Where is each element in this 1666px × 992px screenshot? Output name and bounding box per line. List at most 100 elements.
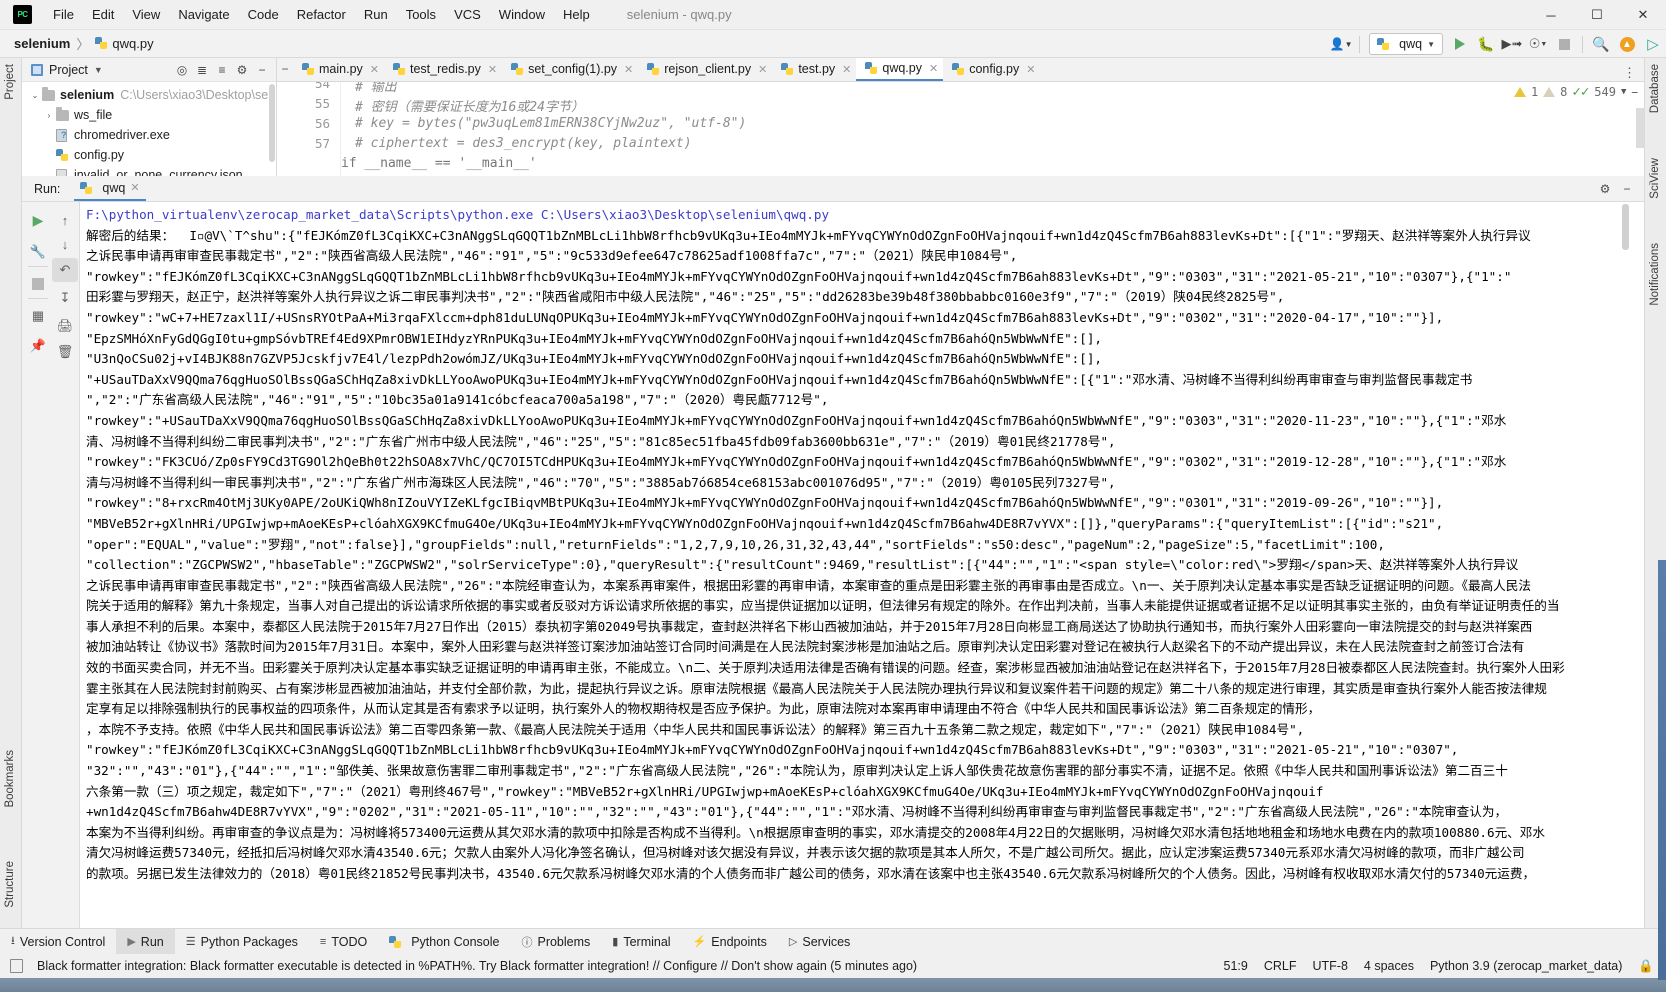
tool-window-sciview[interactable]: SciView [1649, 158, 1661, 199]
line-separator[interactable]: CRLF [1264, 959, 1297, 973]
tool-button-version-control[interactable]: ⭳ Version Control [0, 929, 116, 955]
file-encoding[interactable]: UTF-8 [1313, 959, 1348, 973]
tool-window-project[interactable]: Project [4, 64, 16, 100]
tree-row-config-py[interactable]: config.py [22, 145, 276, 165]
code-editor[interactable]: 54 55 56 57 # 输出 # 密钥（需要保证长度为16或24字节） # … [277, 82, 1644, 176]
menu-item-run[interactable]: Run [355, 4, 397, 25]
editor-tab-test[interactable]: test.py ✕ [772, 58, 857, 81]
tree-row-chromedriver[interactable]: chromedriver.exe [22, 125, 276, 145]
tool-button-endpoints[interactable]: ⚡ Endpoints [682, 929, 778, 955]
lock-icon[interactable]: 🔒 [1638, 959, 1654, 974]
menu-item-tools[interactable]: Tools [397, 4, 445, 25]
update-icon[interactable]: ▲ [1614, 32, 1640, 56]
tree-row-selenium[interactable]: ⌄ selenium C:\Users\xiao3\Desktop\se [22, 85, 276, 105]
editor-tab-qwq[interactable]: qwq.py ✕ [856, 58, 944, 81]
close-icon[interactable]: ✕ [370, 63, 379, 76]
close-icon[interactable]: ✕ [488, 63, 497, 76]
console-output[interactable]: F:\python_virtualenv\zerocap_market_data… [80, 202, 1630, 928]
scroll-end-icon[interactable]: ↧ [52, 286, 78, 310]
gear-icon[interactable]: ⚙ [1596, 180, 1614, 198]
notification-icon[interactable] [10, 959, 23, 973]
tool-button-problems[interactable]: ⓘ Problems [510, 929, 601, 955]
python-interpreter[interactable]: Python 3.9 (zerocap_market_data) [1430, 959, 1622, 973]
stop-icon[interactable] [1551, 32, 1577, 56]
editor-tab-main[interactable]: main.py ✕ [293, 58, 384, 81]
twisty-icon[interactable]: › [42, 111, 56, 120]
menu-item-refactor[interactable]: Refactor [288, 4, 355, 25]
minimize-icon[interactable]: − [1618, 180, 1636, 198]
close-icon[interactable]: ✕ [758, 63, 767, 76]
rerun-icon[interactable]: ▶ [25, 208, 51, 232]
tool-button-python-console[interactable]: Python Console [378, 929, 510, 955]
layout-icon[interactable]: ▦ [25, 304, 51, 328]
pin-icon[interactable]: 📌 [25, 334, 51, 358]
tool-button-run[interactable]: ▶ Run [116, 928, 175, 955]
menu-item-file[interactable]: File [44, 4, 83, 25]
menu-item-code[interactable]: Code [239, 4, 288, 25]
menu-item-help[interactable]: Help [554, 4, 599, 25]
profile-icon[interactable]: ☉ ▼ [1525, 32, 1551, 56]
tabs-overflow-icon[interactable]: ⋮ [1623, 65, 1644, 81]
status-message[interactable]: Black formatter integration: Black forma… [37, 959, 917, 973]
editor-tab-test-redis[interactable]: test_redis.py ✕ [384, 58, 503, 81]
breadcrumb-project[interactable]: selenium [14, 36, 70, 51]
editor-scrollbar[interactable] [1636, 108, 1644, 148]
run-tab-qwq[interactable]: qwq ✕ [74, 177, 146, 201]
menu-item-view[interactable]: View [123, 4, 169, 25]
soft-wrap-icon[interactable]: ↶ [52, 258, 78, 282]
target-icon[interactable]: ◎ [173, 61, 191, 79]
inspection-widget[interactable]: 1 8 ✓✓ 549 ▼ − [1513, 84, 1638, 100]
tool-window-structure[interactable]: Structure [4, 861, 16, 908]
breadcrumb-file[interactable]: qwq.py [95, 36, 154, 51]
twisty-icon[interactable]: ⌄ [28, 91, 42, 100]
ide-icon[interactable]: ▷ [1640, 32, 1666, 56]
tool-window-notifications[interactable]: Notifications [1649, 243, 1661, 306]
editor-tab-config[interactable]: config.py ✕ [943, 58, 1041, 81]
tabs-minimize-icon[interactable]: − [277, 58, 293, 81]
collapse-icon[interactable]: ≣ [193, 61, 211, 79]
tool-window-bookmarks[interactable]: Bookmarks [4, 750, 16, 808]
maximize-button[interactable]: ☐ [1574, 0, 1620, 30]
close-icon[interactable]: ✕ [1026, 63, 1035, 76]
minimize-icon[interactable]: − [253, 61, 271, 79]
editor-tab-rejson-client[interactable]: rejson_client.py ✕ [638, 58, 773, 81]
run-configuration-selector[interactable]: qwq ▼ [1369, 33, 1443, 55]
debug-icon[interactable]: 🐛 [1473, 32, 1499, 56]
close-icon[interactable]: ✕ [624, 63, 633, 76]
menu-item-edit[interactable]: Edit [83, 4, 123, 25]
minimize-icon[interactable]: − [1631, 86, 1638, 99]
coverage-icon[interactable]: ▶➟ [1499, 32, 1525, 56]
expand-icon[interactable]: ≡ [213, 61, 231, 79]
tool-button-python-packages[interactable]: ☰ Python Packages [175, 929, 309, 955]
menu-item-window[interactable]: Window [490, 4, 554, 25]
caret-position[interactable]: 51:9 [1224, 959, 1248, 973]
close-icon[interactable]: ✕ [842, 63, 851, 76]
stop-icon[interactable] [25, 272, 51, 296]
chevron-down-icon[interactable]: ▼ [94, 65, 103, 75]
project-scrollbar[interactable] [269, 84, 275, 162]
tool-button-terminal[interactable]: ▮ Terminal [601, 929, 681, 955]
gear-icon[interactable]: ⚙ [233, 61, 251, 79]
wrench-icon[interactable]: 🔧 [25, 240, 51, 264]
close-button[interactable]: ✕ [1620, 0, 1666, 30]
user-icon[interactable]: 👤 ▼ [1328, 32, 1354, 56]
minimize-button[interactable]: ─ [1528, 0, 1574, 30]
console-scrollbar[interactable] [1622, 204, 1629, 250]
editor-tab-set-config[interactable]: set_config(1).py ✕ [502, 58, 639, 81]
tool-window-database[interactable]: Database [1649, 64, 1661, 113]
scroll-down-icon[interactable]: ↓ [52, 232, 78, 256]
tree-row-ws-file[interactable]: › ws_file [22, 105, 276, 125]
print-icon[interactable]: 🖨 [52, 314, 78, 338]
close-icon[interactable]: ✕ [130, 181, 139, 194]
indent-setting[interactable]: 4 spaces [1364, 959, 1414, 973]
clear-icon[interactable]: 🗑 [52, 340, 78, 364]
scroll-up-icon[interactable]: ↑ [52, 208, 78, 232]
menu-item-vcs[interactable]: VCS [445, 4, 490, 25]
run-icon[interactable] [1447, 32, 1473, 56]
close-icon[interactable]: ✕ [929, 62, 938, 75]
tool-button-services[interactable]: ▷ Services [778, 929, 861, 955]
tool-button-todo[interactable]: ≡ TODO [309, 929, 378, 955]
chevron-down-icon[interactable]: ▼ [1621, 87, 1626, 97]
menu-item-navigate[interactable]: Navigate [169, 4, 238, 25]
search-icon[interactable]: 🔍 [1588, 32, 1614, 56]
